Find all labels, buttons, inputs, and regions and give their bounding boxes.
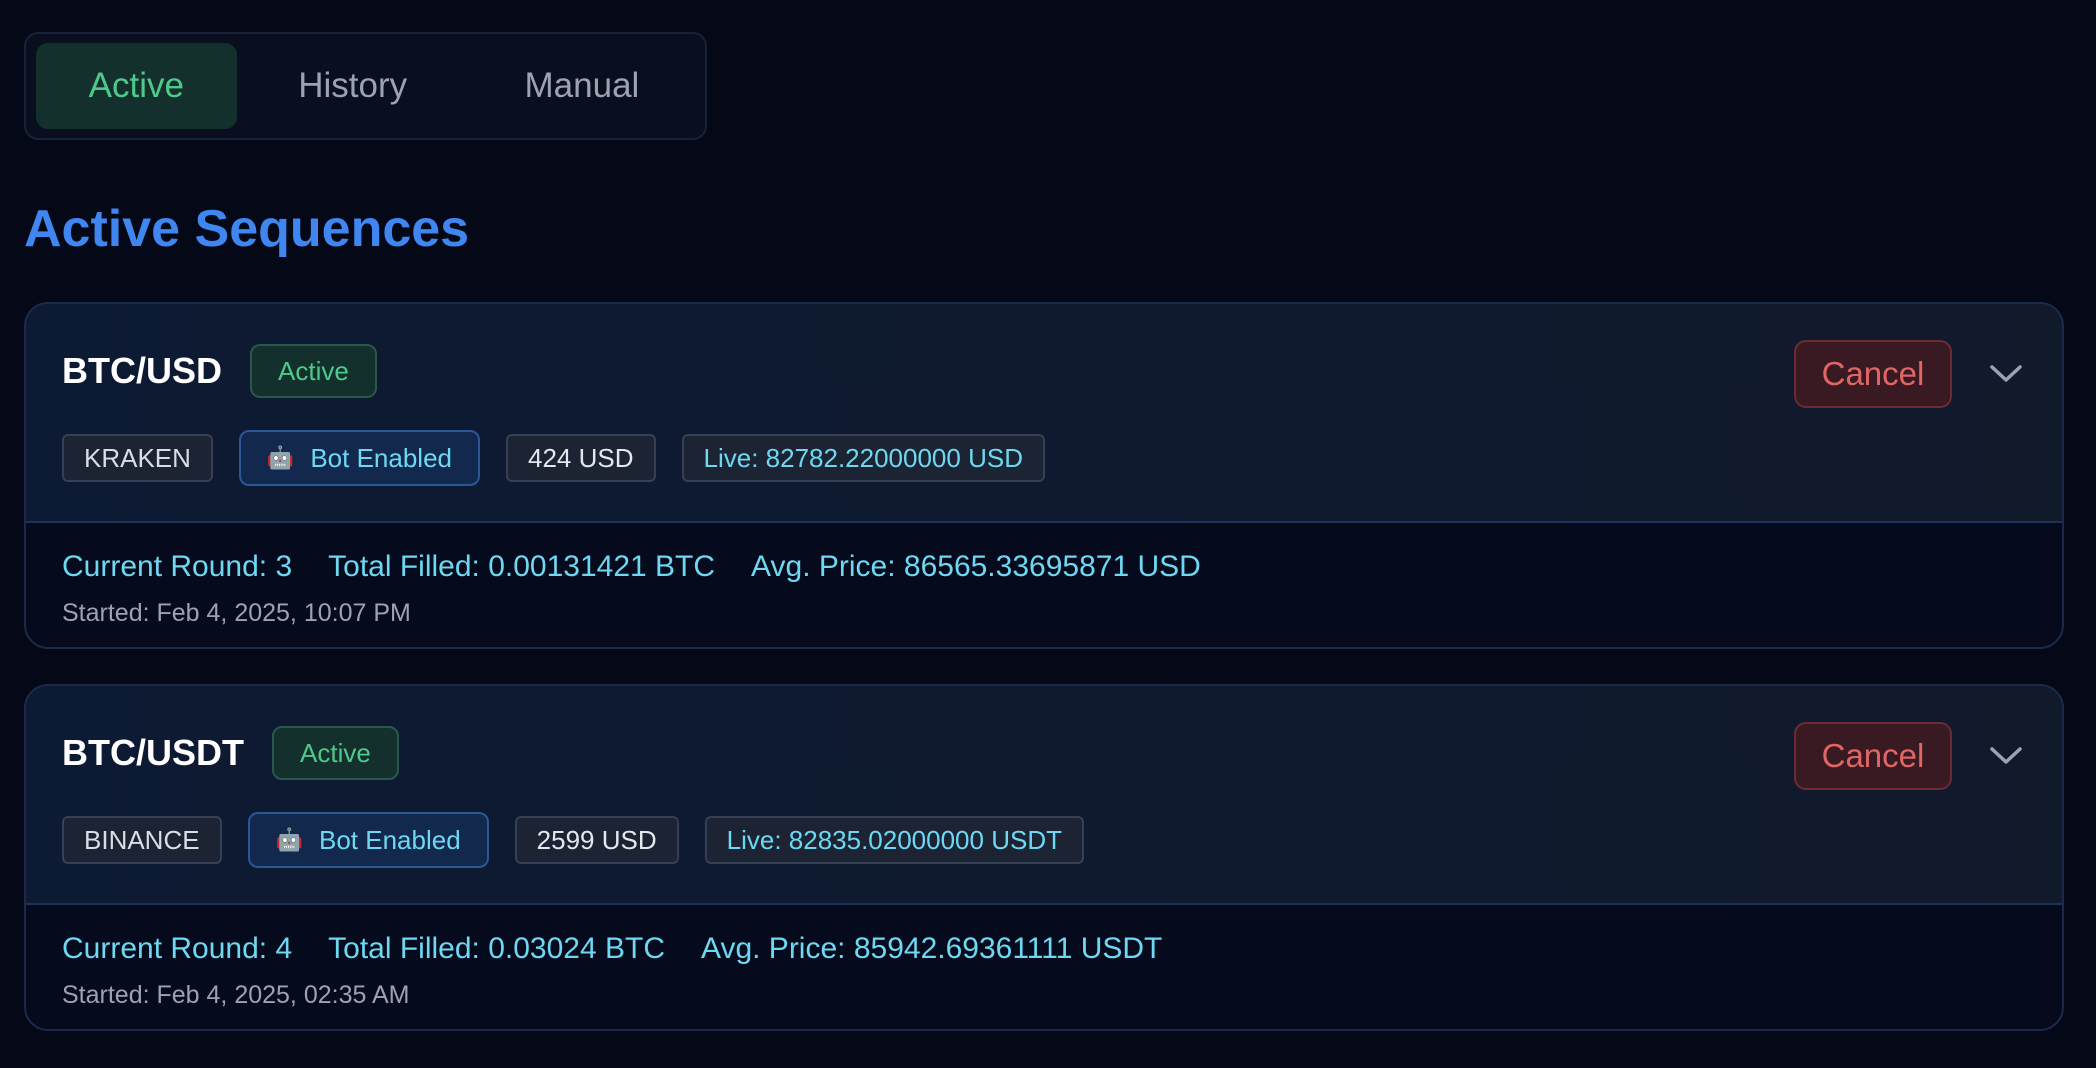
live-price-badge: Live: 82782.22000000 USD bbox=[681, 434, 1045, 482]
page: Active History Manual Active Sequences B… bbox=[0, 0, 2096, 1068]
chevron-down-icon[interactable] bbox=[1986, 354, 2026, 394]
tab-history[interactable]: History bbox=[245, 43, 461, 129]
trading-pair: BTC/USD bbox=[62, 350, 222, 391]
sequence-card-header: BTC/USDT Active Cancel BINANCE 🤖 Bot Ena… bbox=[26, 686, 2062, 905]
avg-price: Avg. Price: 85942.69361111 USDT bbox=[700, 932, 1163, 965]
sequence-card: BTC/USDT Active Cancel BINANCE 🤖 Bot Ena… bbox=[24, 684, 2064, 1031]
tab-manual[interactable]: Manual bbox=[469, 43, 695, 129]
cancel-button[interactable]: Cancel bbox=[1794, 722, 1952, 790]
cancel-button[interactable]: Cancel bbox=[1794, 340, 1952, 408]
amount-badge: 2599 USD bbox=[514, 816, 679, 864]
started-timestamp: Started: Feb 4, 2025, 10:07 PM bbox=[62, 599, 411, 627]
bot-enabled-label: Bot Enabled bbox=[318, 824, 461, 855]
trading-pair: BTC/USDT bbox=[62, 732, 244, 773]
exchange-badge: BINANCE bbox=[62, 816, 222, 864]
sequence-card-details: Current Round: 3 Total Filled: 0.0013142… bbox=[26, 523, 2062, 647]
chevron-down-icon[interactable] bbox=[1986, 736, 2026, 776]
total-filled: Total Filled: 0.00131421 BTC bbox=[328, 550, 716, 583]
avg-price: Avg. Price: 86565.33695871 USD bbox=[751, 550, 1201, 583]
tab-bar: Active History Manual bbox=[24, 32, 707, 140]
bot-enabled-label: Bot Enabled bbox=[310, 442, 452, 473]
amount-badge: 424 USD bbox=[506, 434, 656, 482]
status-badge: Active bbox=[272, 726, 399, 780]
tab-active[interactable]: Active bbox=[36, 43, 237, 129]
sequence-card-header: BTC/USD Active Cancel KRAKEN 🤖 Bot Enabl… bbox=[26, 304, 2062, 523]
current-round: Current Round: 4 bbox=[62, 932, 293, 965]
status-badge: Active bbox=[250, 344, 377, 398]
robot-icon: 🤖 bbox=[266, 445, 295, 470]
live-price-badge: Live: 82835.02000000 USDT bbox=[704, 816, 1084, 864]
bot-enabled-badge: 🤖 Bot Enabled bbox=[238, 430, 480, 486]
exchange-badge: KRAKEN bbox=[62, 434, 213, 482]
bot-enabled-badge: 🤖 Bot Enabled bbox=[247, 812, 489, 868]
page-title: Active Sequences bbox=[24, 200, 470, 258]
total-filled: Total Filled: 0.03024 BTC bbox=[328, 932, 665, 965]
current-round: Current Round: 3 bbox=[62, 550, 293, 583]
sequence-card: BTC/USD Active Cancel KRAKEN 🤖 Bot Enabl… bbox=[24, 302, 2064, 649]
robot-icon: 🤖 bbox=[275, 827, 303, 852]
sequence-card-details: Current Round: 4 Total Filled: 0.03024 B… bbox=[26, 905, 2062, 1029]
started-timestamp: Started: Feb 4, 2025, 02:35 AM bbox=[62, 981, 410, 1009]
